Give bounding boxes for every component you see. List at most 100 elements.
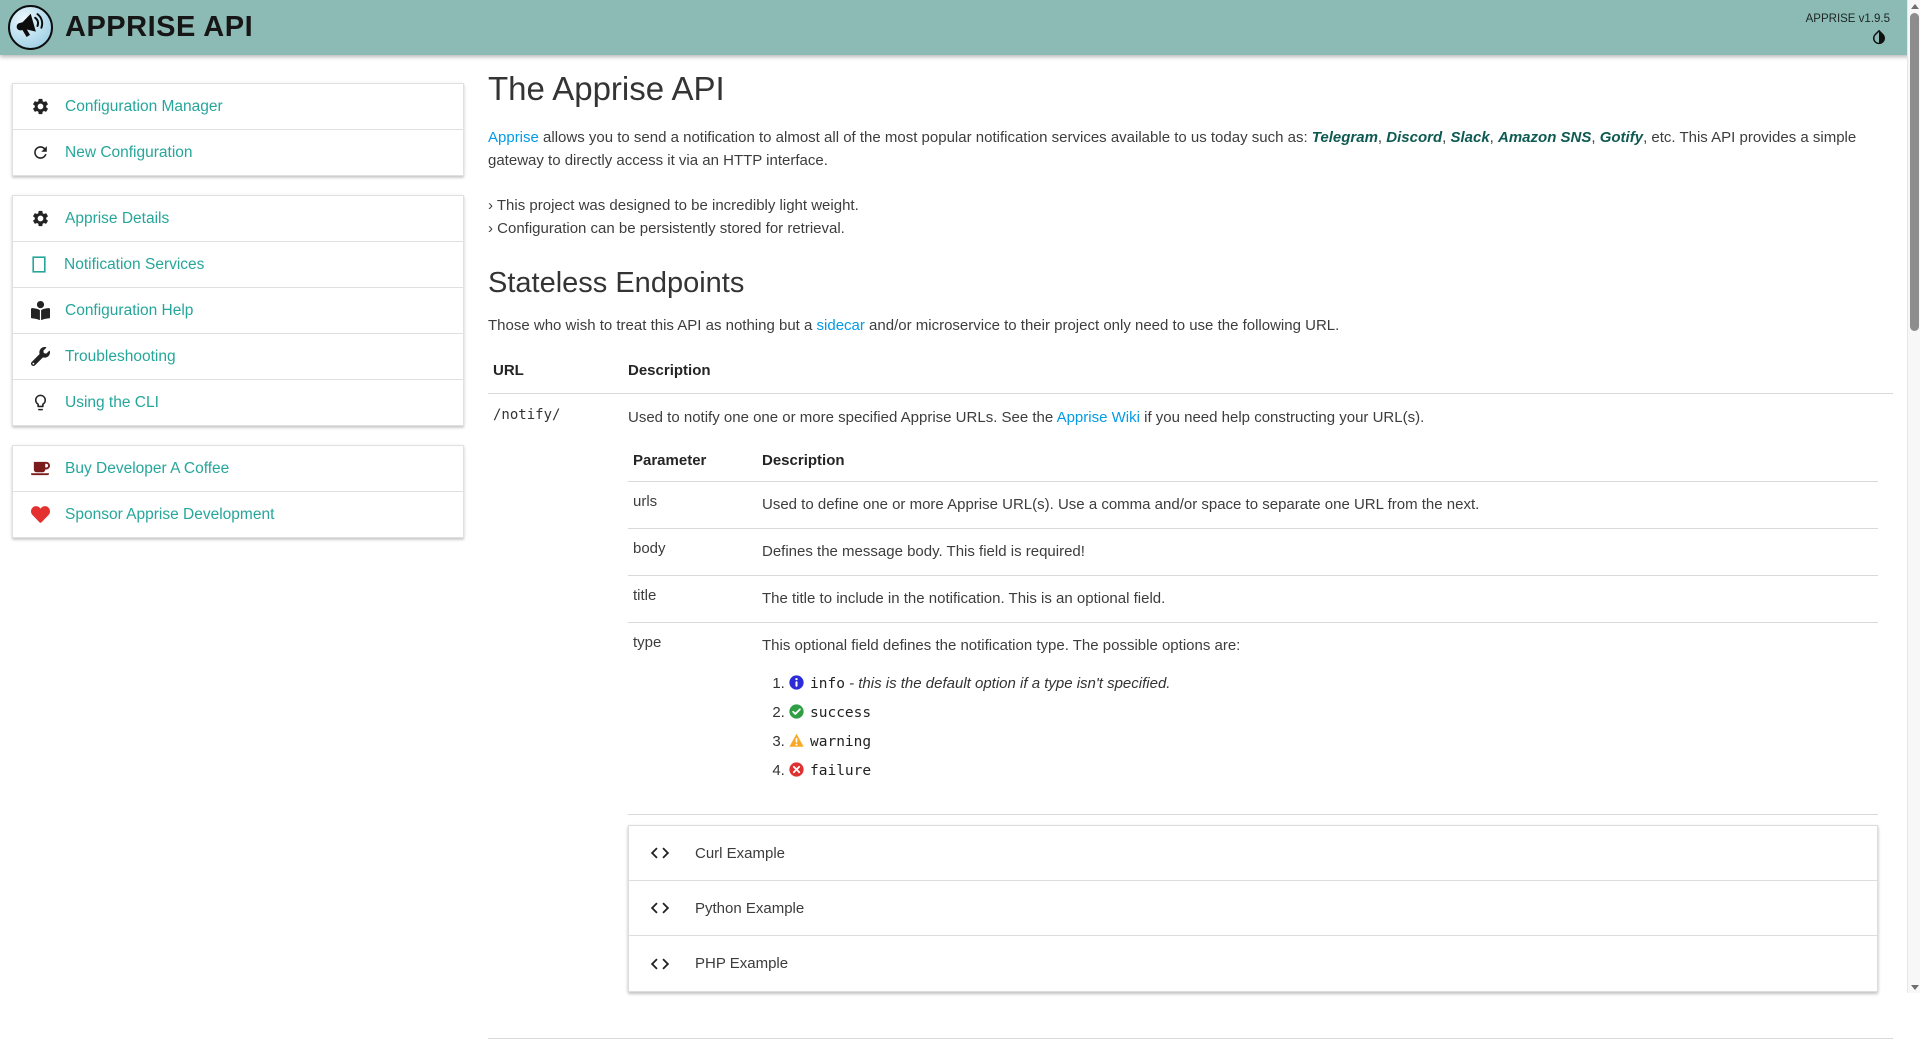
sidebar-item-label: New Configuration — [65, 143, 193, 162]
section-title-stateless-endpoints: Stateless Endpoints — [488, 267, 1893, 300]
text-segment: allows you to send a notification to alm… — [539, 129, 1312, 146]
service-link-discord[interactable]: Discord — [1386, 129, 1442, 146]
text-segment: Those who wish to treat this API as noth… — [488, 317, 817, 334]
quote-line: › This project was designed to be incred… — [488, 194, 1893, 217]
sidebar-item-apprise-details[interactable]: Apprise Details — [13, 196, 463, 242]
box-icon — [32, 256, 46, 273]
collapsible-curl-example[interactable]: Curl Example — [629, 826, 1877, 881]
type-option-success: success — [789, 701, 1868, 725]
notification-type-list: info - this is the default option if a t… — [762, 672, 1868, 783]
code-icon — [649, 953, 671, 975]
lightbulb-icon — [31, 393, 50, 412]
refresh-icon — [31, 143, 50, 162]
warning-icon — [789, 732, 804, 747]
type-option-info: info - this is the default option if a t… — [789, 672, 1868, 696]
link-sidecar[interactable]: sidecar — [817, 317, 865, 334]
gear-icon — [31, 97, 50, 116]
wrench-icon — [31, 347, 50, 366]
sidebar-item-using-the-cli[interactable]: Using the CLI — [13, 380, 463, 425]
sidebar-item-configuration-manager[interactable]: Configuration Manager — [13, 84, 463, 130]
header-right: APPRISE v1.9.5 — [1806, 9, 1890, 46]
type-option-failure: failure — [789, 759, 1868, 783]
sidebar-item-label: Troubleshooting — [65, 347, 176, 366]
endpoint-description-cell: Used to notify one one or more specified… — [623, 394, 1893, 1039]
brand[interactable]: APPRISE API — [8, 5, 253, 50]
parameter-description-text: Defines the message body. This field is … — [762, 540, 1868, 563]
sidebar-item-buy-developer-a-coffee[interactable]: Buy Developer A Coffee — [13, 446, 463, 492]
service-link-telegram[interactable]: Telegram — [1312, 129, 1378, 146]
sidebar-item-sponsor-apprise-development[interactable]: Sponsor Apprise Development — [13, 492, 463, 537]
main-content: The Apprise API Apprise allows you to se… — [488, 55, 1893, 1039]
scrollbar-down-arrow[interactable] — [1908, 981, 1920, 993]
quote-block: › This project was designed to be incred… — [488, 194, 1893, 240]
app-header: APPRISE API APPRISE v1.9.5 — [0, 0, 1920, 55]
sidebar-item-label: Apprise Details — [65, 209, 169, 228]
sidebar-card: Apprise Details Notification Services Conf… — [12, 195, 464, 426]
info-icon — [789, 674, 804, 689]
sidebar-item-label: Sponsor Apprise Development — [65, 505, 274, 524]
service-link-gotify[interactable]: Gotify — [1600, 129, 1643, 146]
type-option-code: failure — [810, 763, 871, 779]
scrollbar-up-arrow[interactable] — [1908, 0, 1920, 12]
code-icon — [649, 897, 671, 919]
type-option-warning: warning — [789, 730, 1868, 754]
invert-colors-icon[interactable] — [1870, 28, 1888, 46]
example-label: PHP Example — [695, 955, 788, 972]
megaphone-logo-icon — [14, 9, 48, 47]
collapsible-php-example[interactable]: PHP Example — [629, 936, 1877, 991]
sidebar-item-label: Using the CLI — [65, 393, 159, 412]
column-header-url: URL — [488, 349, 623, 394]
text-segment: Used to notify one one or more specified… — [628, 409, 1057, 426]
sidebar-item-label: Configuration Manager — [65, 97, 223, 116]
quote-line: › Configuration can be persistently stor… — [488, 217, 1893, 240]
book-reader-icon — [31, 301, 50, 320]
endpoint-row-notify: /notify/ Used to notify one one or more … — [488, 394, 1893, 1039]
link-apprise-wiki[interactable]: Apprise Wiki — [1057, 409, 1140, 426]
parameter-name: urls — [628, 482, 757, 529]
endpoint-table: URL Description /notify/ Used to notify … — [488, 349, 1893, 1039]
link-apprise[interactable]: Apprise — [488, 129, 539, 146]
text-segment: , — [1490, 129, 1498, 146]
parameter-description-text: The title to include in the notification… — [762, 587, 1868, 610]
parameter-name: title — [628, 576, 757, 623]
endpoint-table-header-row: URL Description — [488, 349, 1893, 394]
code-icon — [649, 842, 671, 864]
parameter-description: This optional field defines the notifica… — [757, 623, 1878, 815]
vertical-scrollbar[interactable] — [1907, 0, 1920, 993]
column-header-description: Description — [623, 349, 1893, 394]
endpoint-url: /notify/ — [488, 394, 623, 1039]
service-link-amazon-sns[interactable]: Amazon SNS — [1498, 129, 1591, 146]
parameter-description: Used to define one or more Apprise URL(s… — [757, 482, 1878, 529]
example-label: Curl Example — [695, 845, 785, 862]
sidebar-item-troubleshooting[interactable]: Troubleshooting — [13, 334, 463, 380]
sidebar-item-configuration-help[interactable]: Configuration Help — [13, 288, 463, 334]
scrollbar-thumb[interactable] — [1910, 13, 1919, 331]
text-segment: , — [1378, 129, 1386, 146]
coffee-icon — [31, 459, 50, 478]
collapsible-python-example[interactable]: Python Example — [629, 881, 1877, 936]
type-option-code: warning — [810, 734, 871, 750]
sidebar-card: Buy Developer A Coffee Sponsor Apprise De… — [12, 445, 464, 538]
parameter-row-body: bodyDefines the message body. This field… — [628, 529, 1878, 576]
type-option-code: info — [810, 676, 845, 692]
sidebar-item-new-configuration[interactable]: New Configuration — [13, 130, 463, 175]
page-title: The Apprise API — [488, 70, 1893, 108]
sidebar-item-notification-services[interactable]: Notification Services — [13, 242, 463, 288]
parameter-description-text: Used to define one or more Apprise URL(s… — [762, 493, 1868, 516]
version-label: APPRISE v1.9.5 — [1806, 13, 1890, 25]
parameter-name: body — [628, 529, 757, 576]
text-segment: if you need help constructing your URL(s… — [1140, 409, 1424, 426]
sidebar-card: Configuration Manager New Configuration — [12, 83, 464, 176]
gear-icon — [31, 209, 50, 228]
service-link-slack[interactable]: Slack — [1450, 129, 1489, 146]
app-title: APPRISE API — [65, 11, 253, 44]
parameter-row-title: titleThe title to include in the notific… — [628, 576, 1878, 623]
type-option-code: success — [810, 705, 871, 721]
sidebar-item-label: Buy Developer A Coffee — [65, 459, 229, 478]
examples-collapsible: Curl Example Python Example PHP Example — [628, 825, 1878, 992]
sidebar-item-label: Notification Services — [64, 255, 204, 274]
endpoint-description: Used to notify one one or more specified… — [628, 406, 1878, 429]
type-option-note: - this is the default option if a type i… — [845, 675, 1171, 692]
parameters-table: Parameter Description urlsUsed to define… — [628, 441, 1878, 815]
heart-icon — [31, 505, 50, 524]
